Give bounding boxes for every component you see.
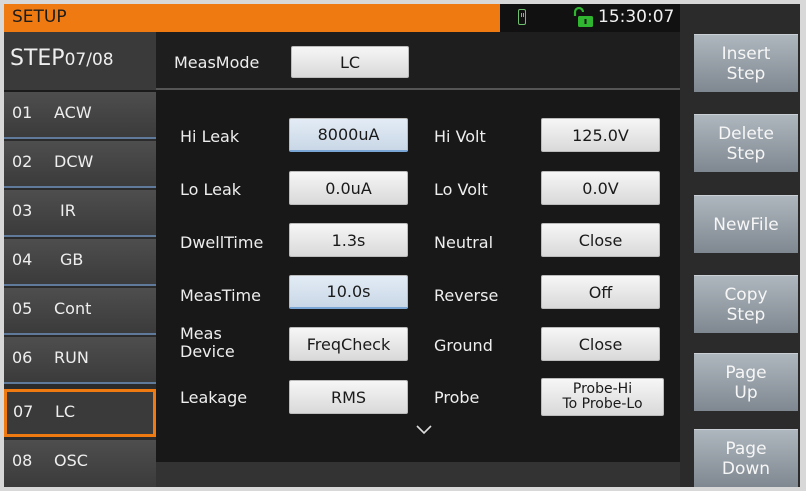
step-item-02[interactable]: 02 DCW bbox=[4, 141, 156, 188]
meas-device-label: Meas Device bbox=[180, 324, 235, 361]
ground-button[interactable]: Close bbox=[541, 327, 660, 361]
insert-step-button[interactable]: Insert Step bbox=[694, 34, 798, 92]
page-title: SETUP bbox=[12, 7, 67, 27]
leakage-label: Leakage bbox=[180, 388, 248, 407]
meas-mode-button[interactable]: LC bbox=[291, 46, 409, 78]
clock: 15:30:07 bbox=[598, 7, 675, 27]
reverse-label: Reverse bbox=[434, 286, 499, 305]
usb-icon bbox=[518, 9, 526, 25]
meas-time-button[interactable]: 10.0s bbox=[289, 275, 408, 309]
meas-device-button[interactable]: FreqCheck bbox=[289, 327, 408, 361]
meas-mode-label: MeasMode bbox=[174, 53, 260, 72]
step-prefix: STEP bbox=[10, 46, 65, 71]
hi-volt-button[interactable]: 125.0V bbox=[541, 118, 660, 152]
step-indicator: STEP07/08 bbox=[4, 32, 156, 92]
lo-volt-button[interactable]: 0.0V bbox=[541, 171, 660, 205]
delete-step-button[interactable]: Delete Step bbox=[694, 114, 798, 172]
leakage-button[interactable]: RMS bbox=[289, 380, 408, 414]
step-current: 07 bbox=[64, 50, 87, 70]
probe-button[interactable]: Probe-Hi To Probe-Lo bbox=[541, 378, 664, 416]
dwell-time-label: DwellTime bbox=[180, 233, 264, 252]
page-down-button[interactable]: Page Down bbox=[694, 429, 798, 487]
new-file-button[interactable]: NewFile bbox=[694, 195, 798, 253]
step-item-01[interactable]: 01 ACW bbox=[4, 92, 156, 139]
step-total: /08 bbox=[86, 50, 114, 70]
step-item-07-selected[interactable]: 07 LC bbox=[4, 389, 156, 437]
parameter-panel: Hi Leak 8000uA Hi Volt 125.0V Lo Leak 0.… bbox=[156, 90, 680, 462]
reverse-button[interactable]: Off bbox=[541, 275, 660, 309]
lo-volt-label: Lo Volt bbox=[434, 180, 488, 199]
meas-mode-bar: MeasMode LC bbox=[156, 32, 680, 90]
device-screen: SETUP 15:30:07 STEP07/08 01 ACW 02 DCW 0… bbox=[4, 4, 800, 487]
chevron-down-icon[interactable] bbox=[415, 424, 433, 436]
neutral-button[interactable]: Close bbox=[541, 223, 660, 257]
hi-volt-label: Hi Volt bbox=[434, 127, 486, 146]
bottom-bar bbox=[156, 462, 680, 487]
softkey-panel: Insert Step Delete Step NewFile Copy Step P… bbox=[680, 4, 800, 487]
copy-step-button[interactable]: Copy Step bbox=[694, 275, 798, 333]
step-item-08[interactable]: 08 OSC bbox=[4, 440, 156, 487]
status-area: 15:30:07 bbox=[500, 4, 680, 32]
lo-leak-label: Lo Leak bbox=[180, 180, 242, 199]
hi-leak-label: Hi Leak bbox=[180, 127, 240, 146]
probe-label: Probe bbox=[434, 388, 480, 407]
neutral-label: Neutral bbox=[434, 233, 494, 252]
page-up-button[interactable]: Page Up bbox=[694, 353, 798, 411]
dwell-time-button[interactable]: 1.3s bbox=[289, 223, 408, 257]
hi-leak-button[interactable]: 8000uA bbox=[289, 118, 408, 152]
step-item-06[interactable]: 06 RUN bbox=[4, 337, 156, 384]
meas-time-label: MeasTime bbox=[180, 286, 261, 305]
ground-label: Ground bbox=[434, 336, 493, 355]
step-item-05[interactable]: 05 Cont bbox=[4, 288, 156, 335]
lo-leak-button[interactable]: 0.0uA bbox=[289, 171, 408, 205]
step-item-03[interactable]: 03 IR bbox=[4, 190, 156, 237]
step-item-04[interactable]: 04 GB bbox=[4, 239, 156, 286]
unlock-icon bbox=[573, 6, 593, 27]
